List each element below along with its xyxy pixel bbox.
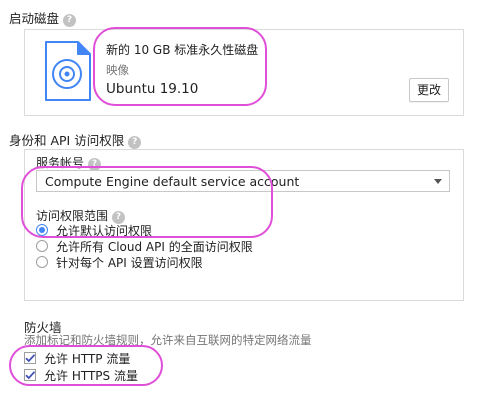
radio-icon[interactable] [36, 240, 48, 252]
boot-disk-highlight [93, 27, 267, 106]
dropdown-caret-icon [434, 179, 442, 184]
identity-title: 身份和 API 访问权限 [9, 133, 125, 148]
scope-option-label: 允许所有 Cloud API 的全面访问权限 [56, 240, 253, 254]
radio-icon[interactable] [36, 256, 48, 268]
scope-option-full[interactable]: 允许所有 Cloud API 的全面访问权限 [36, 238, 336, 254]
help-icon[interactable]: ? [128, 136, 142, 149]
help-icon[interactable]: ? [63, 14, 77, 27]
boot-disk-title: 启动磁盘 [9, 11, 60, 26]
identity-highlight [21, 166, 273, 238]
change-disk-button[interactable]: 更改 [409, 78, 449, 102]
identity-section: 身份和 API 访问权限? [9, 130, 142, 149]
boot-disk-section: 启动磁盘? [9, 8, 77, 27]
firewall-highlight [9, 345, 163, 386]
disk-icon [44, 40, 92, 102]
scope-option-label: 针对每个 API 设置访问权限 [56, 256, 203, 270]
scope-option-per-api[interactable]: 针对每个 API 设置访问权限 [36, 254, 336, 270]
